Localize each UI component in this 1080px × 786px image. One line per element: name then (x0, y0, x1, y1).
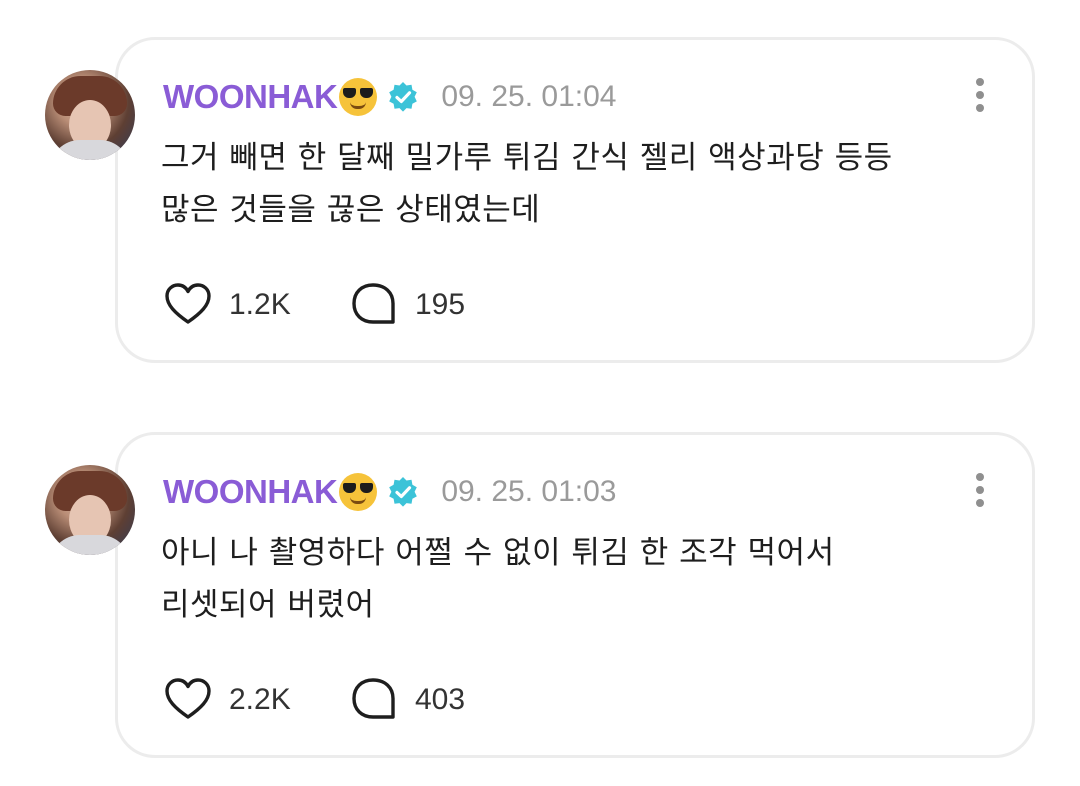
post-item: WOONHAK 09. 25. 01:03 아니 나 촬영하다 어쩔 수 없이 … (0, 432, 1080, 762)
reply-button[interactable]: 403 (349, 675, 465, 725)
post-timestamp: 09. 25. 01:03 (441, 475, 617, 508)
post-actions: 2.2K 403 (163, 675, 465, 725)
post-text-line: 그거 빼면 한 달째 밀가루 튀김 간식 젤리 액상과당 등등 (161, 140, 893, 176)
post-card[interactable]: WOONHAK 09. 25. 01:04 그거 빼면 한 달째 밀가루 튀김 … (115, 37, 1035, 363)
post-actions: 1.2K 195 (163, 280, 465, 330)
more-options-icon[interactable] (975, 78, 985, 116)
comment-bubble-icon (352, 283, 395, 324)
post-header: WOONHAK 09. 25. 01:03 (163, 470, 616, 514)
like-button[interactable]: 2.2K (163, 675, 349, 725)
post-text: 아니 나 촬영하다 어쩔 수 없이 튀김 한 조각 먹어서 리셋되어 버렸어 (161, 527, 1001, 631)
author-name[interactable]: WOONHAK (163, 78, 338, 116)
post-header: WOONHAK 09. 25. 01:04 (163, 75, 616, 119)
like-count: 1.2K (229, 288, 291, 321)
author-name[interactable]: WOONHAK (163, 473, 338, 511)
more-options-icon[interactable] (975, 473, 985, 511)
sunglasses-emoji-icon (339, 78, 378, 116)
reply-count: 403 (415, 683, 466, 716)
verified-check-icon (389, 82, 418, 112)
avatar[interactable] (45, 465, 135, 555)
like-button[interactable]: 1.2K (163, 280, 349, 330)
avatar-shirt (50, 140, 130, 160)
post-item: WOONHAK 09. 25. 01:04 그거 빼면 한 달째 밀가루 튀김 … (0, 37, 1080, 367)
post-text-line: 많은 것들을 끊은 상태였는데 (161, 192, 541, 228)
reply-count: 195 (415, 288, 466, 321)
heart-icon (165, 678, 211, 719)
post-text: 그거 빼면 한 달째 밀가루 튀김 간식 젤리 액상과당 등등 많은 것들을 끊… (161, 132, 1001, 236)
sunglasses-emoji-icon (339, 473, 378, 511)
post-timestamp: 09. 25. 01:04 (441, 80, 617, 113)
reply-button[interactable]: 195 (349, 280, 465, 330)
post-card[interactable]: WOONHAK 09. 25. 01:03 아니 나 촬영하다 어쩔 수 없이 … (115, 432, 1035, 758)
avatar-shirt (50, 535, 130, 555)
post-text-line: 아니 나 촬영하다 어쩔 수 없이 튀김 한 조각 먹어서 (161, 535, 835, 571)
heart-icon (165, 283, 211, 324)
like-count: 2.2K (229, 683, 291, 716)
post-text-line: 리셋되어 버렸어 (161, 587, 375, 623)
comment-bubble-icon (352, 678, 395, 719)
verified-check-icon (389, 477, 418, 507)
avatar[interactable] (45, 70, 135, 160)
